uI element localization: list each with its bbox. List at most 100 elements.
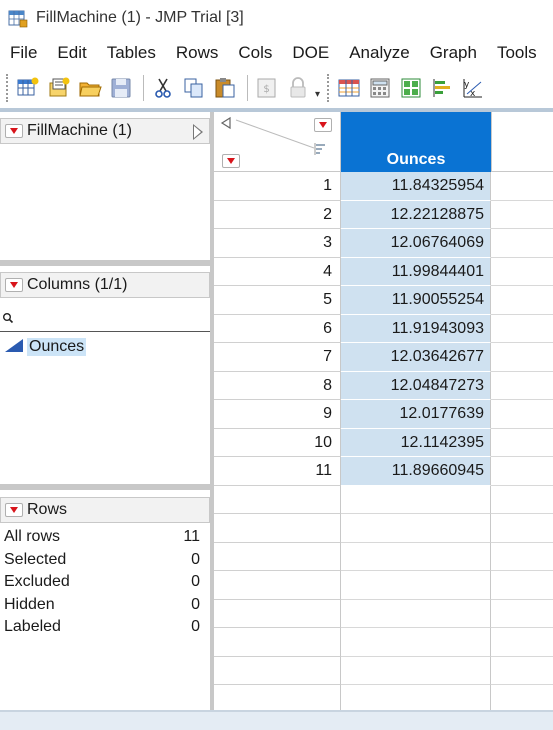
cut-icon[interactable]: [149, 74, 177, 102]
table-row[interactable]: 4 11.99844401: [214, 257, 553, 286]
ounces-cell[interactable]: 11.89660945: [341, 457, 491, 486]
empty-cell[interactable]: [491, 429, 553, 457]
empty-cell[interactable]: [491, 258, 553, 286]
row-number[interactable]: 2: [214, 200, 341, 229]
table-row[interactable]: [214, 685, 553, 710]
menu-file[interactable]: File: [0, 43, 47, 63]
row-number[interactable]: [214, 485, 341, 514]
paste-icon[interactable]: [211, 74, 239, 102]
empty-cell[interactable]: [491, 372, 553, 400]
bar-chart-icon[interactable]: [428, 74, 456, 102]
calculator-icon[interactable]: [366, 74, 394, 102]
ounces-cell[interactable]: 11.99844401: [341, 257, 491, 286]
empty-cell[interactable]: [491, 229, 553, 258]
empty-cell[interactable]: [491, 685, 553, 710]
row-number[interactable]: 7: [214, 343, 341, 372]
table-row[interactable]: 5 11.90055254: [214, 286, 553, 315]
panel-splitter[interactable]: [0, 484, 210, 490]
table-row[interactable]: 10 12.1142395: [214, 428, 553, 457]
data-table-icon[interactable]: [335, 74, 363, 102]
column-list-item[interactable]: Ounces: [4, 336, 87, 358]
menu-graph[interactable]: Graph: [420, 43, 487, 63]
row-number[interactable]: 6: [214, 314, 341, 343]
row-number[interactable]: [214, 685, 341, 710]
empty-cell[interactable]: [491, 286, 553, 315]
table-row[interactable]: [214, 628, 553, 657]
disclosure-triangle-icon[interactable]: [193, 124, 203, 140]
toolbar-grip[interactable]: [327, 74, 331, 102]
ounces-cell[interactable]: [341, 599, 491, 628]
table-row[interactable]: [214, 514, 553, 543]
empty-cell[interactable]: [491, 628, 553, 657]
toolbar-grip[interactable]: [6, 74, 10, 102]
table-row[interactable]: 2 12.22128875: [214, 200, 553, 229]
row-number[interactable]: 10: [214, 428, 341, 457]
table-row[interactable]: 3 12.06764069: [214, 229, 553, 258]
empty-cell[interactable]: [491, 543, 553, 571]
table-row[interactable]: [214, 599, 553, 628]
table-row[interactable]: 8 12.04847273: [214, 371, 553, 400]
empty-cell[interactable]: [491, 571, 553, 600]
empty-cell[interactable]: [491, 172, 553, 201]
ounces-cell[interactable]: 11.91943093: [341, 314, 491, 343]
row-number[interactable]: 11: [214, 457, 341, 486]
table-row[interactable]: [214, 485, 553, 514]
regression-icon[interactable]: yx: [459, 74, 487, 102]
row-number[interactable]: 1: [214, 172, 341, 201]
row-number[interactable]: 3: [214, 229, 341, 258]
lock-icon[interactable]: [284, 74, 312, 102]
column-menu-red-triangle-icon[interactable]: [314, 118, 332, 132]
ounces-cell[interactable]: [341, 514, 491, 543]
empty-cell[interactable]: [491, 400, 553, 429]
ounces-cell[interactable]: 12.0177639: [341, 400, 491, 429]
columns-search-input[interactable]: [18, 311, 208, 328]
row-number[interactable]: [214, 628, 341, 657]
ounces-cell[interactable]: 11.84325954: [341, 172, 491, 201]
empty-cell[interactable]: [491, 600, 553, 628]
table-row[interactable]: [214, 656, 553, 685]
ounces-cell[interactable]: 11.90055254: [341, 286, 491, 315]
new-script-icon[interactable]: [45, 74, 73, 102]
save-icon[interactable]: [107, 74, 135, 102]
table-row[interactable]: 6 11.91943093: [214, 314, 553, 343]
menu-doe[interactable]: DOE: [282, 43, 339, 63]
table-row[interactable]: 1 11.84325954: [214, 172, 553, 201]
table-row[interactable]: [214, 571, 553, 600]
empty-cell[interactable]: [491, 457, 553, 486]
menu-tables[interactable]: Tables: [97, 43, 166, 63]
table-row[interactable]: 9 12.0177639: [214, 400, 553, 429]
ounces-cell[interactable]: 12.1142395: [341, 428, 491, 457]
open-folder-icon[interactable]: [76, 74, 104, 102]
panel-splitter[interactable]: [0, 260, 210, 266]
columns-menu-red-triangle-icon[interactable]: [5, 278, 23, 292]
menu-edit[interactable]: Edit: [47, 43, 96, 63]
empty-cell[interactable]: [491, 657, 553, 685]
empty-cell[interactable]: [491, 201, 553, 229]
ounces-cell[interactable]: 12.06764069: [341, 229, 491, 258]
ounces-cell[interactable]: [341, 656, 491, 685]
menu-tools[interactable]: Tools: [487, 43, 547, 63]
ounces-cell[interactable]: 12.04847273: [341, 371, 491, 400]
empty-cell[interactable]: [491, 315, 553, 343]
ounces-cell[interactable]: [341, 628, 491, 657]
row-number[interactable]: [214, 542, 341, 571]
table-row[interactable]: 7 12.03642677: [214, 343, 553, 372]
column-header-ounces[interactable]: Ounces: [341, 112, 491, 172]
journal-icon[interactable]: $: [253, 74, 281, 102]
ounces-cell[interactable]: [341, 485, 491, 514]
row-number[interactable]: [214, 656, 341, 685]
table-menu-red-triangle-icon[interactable]: [5, 124, 23, 138]
menu-cols[interactable]: Cols: [228, 43, 282, 63]
ounces-cell[interactable]: [341, 542, 491, 571]
table-row[interactable]: [214, 542, 553, 571]
rows-menu-red-triangle-icon[interactable]: [5, 503, 23, 517]
ounces-cell[interactable]: 12.22128875: [341, 200, 491, 229]
empty-cell[interactable]: [491, 343, 553, 372]
ounces-cell[interactable]: 12.03642677: [341, 343, 491, 372]
column-filter-icon[interactable]: [314, 142, 326, 161]
row-number[interactable]: 8: [214, 371, 341, 400]
empty-cell[interactable]: [491, 486, 553, 514]
layout-icon[interactable]: [397, 74, 425, 102]
new-data-table-icon[interactable]: [14, 74, 42, 102]
toolbar-overflow-icon[interactable]: ▾: [315, 76, 327, 100]
